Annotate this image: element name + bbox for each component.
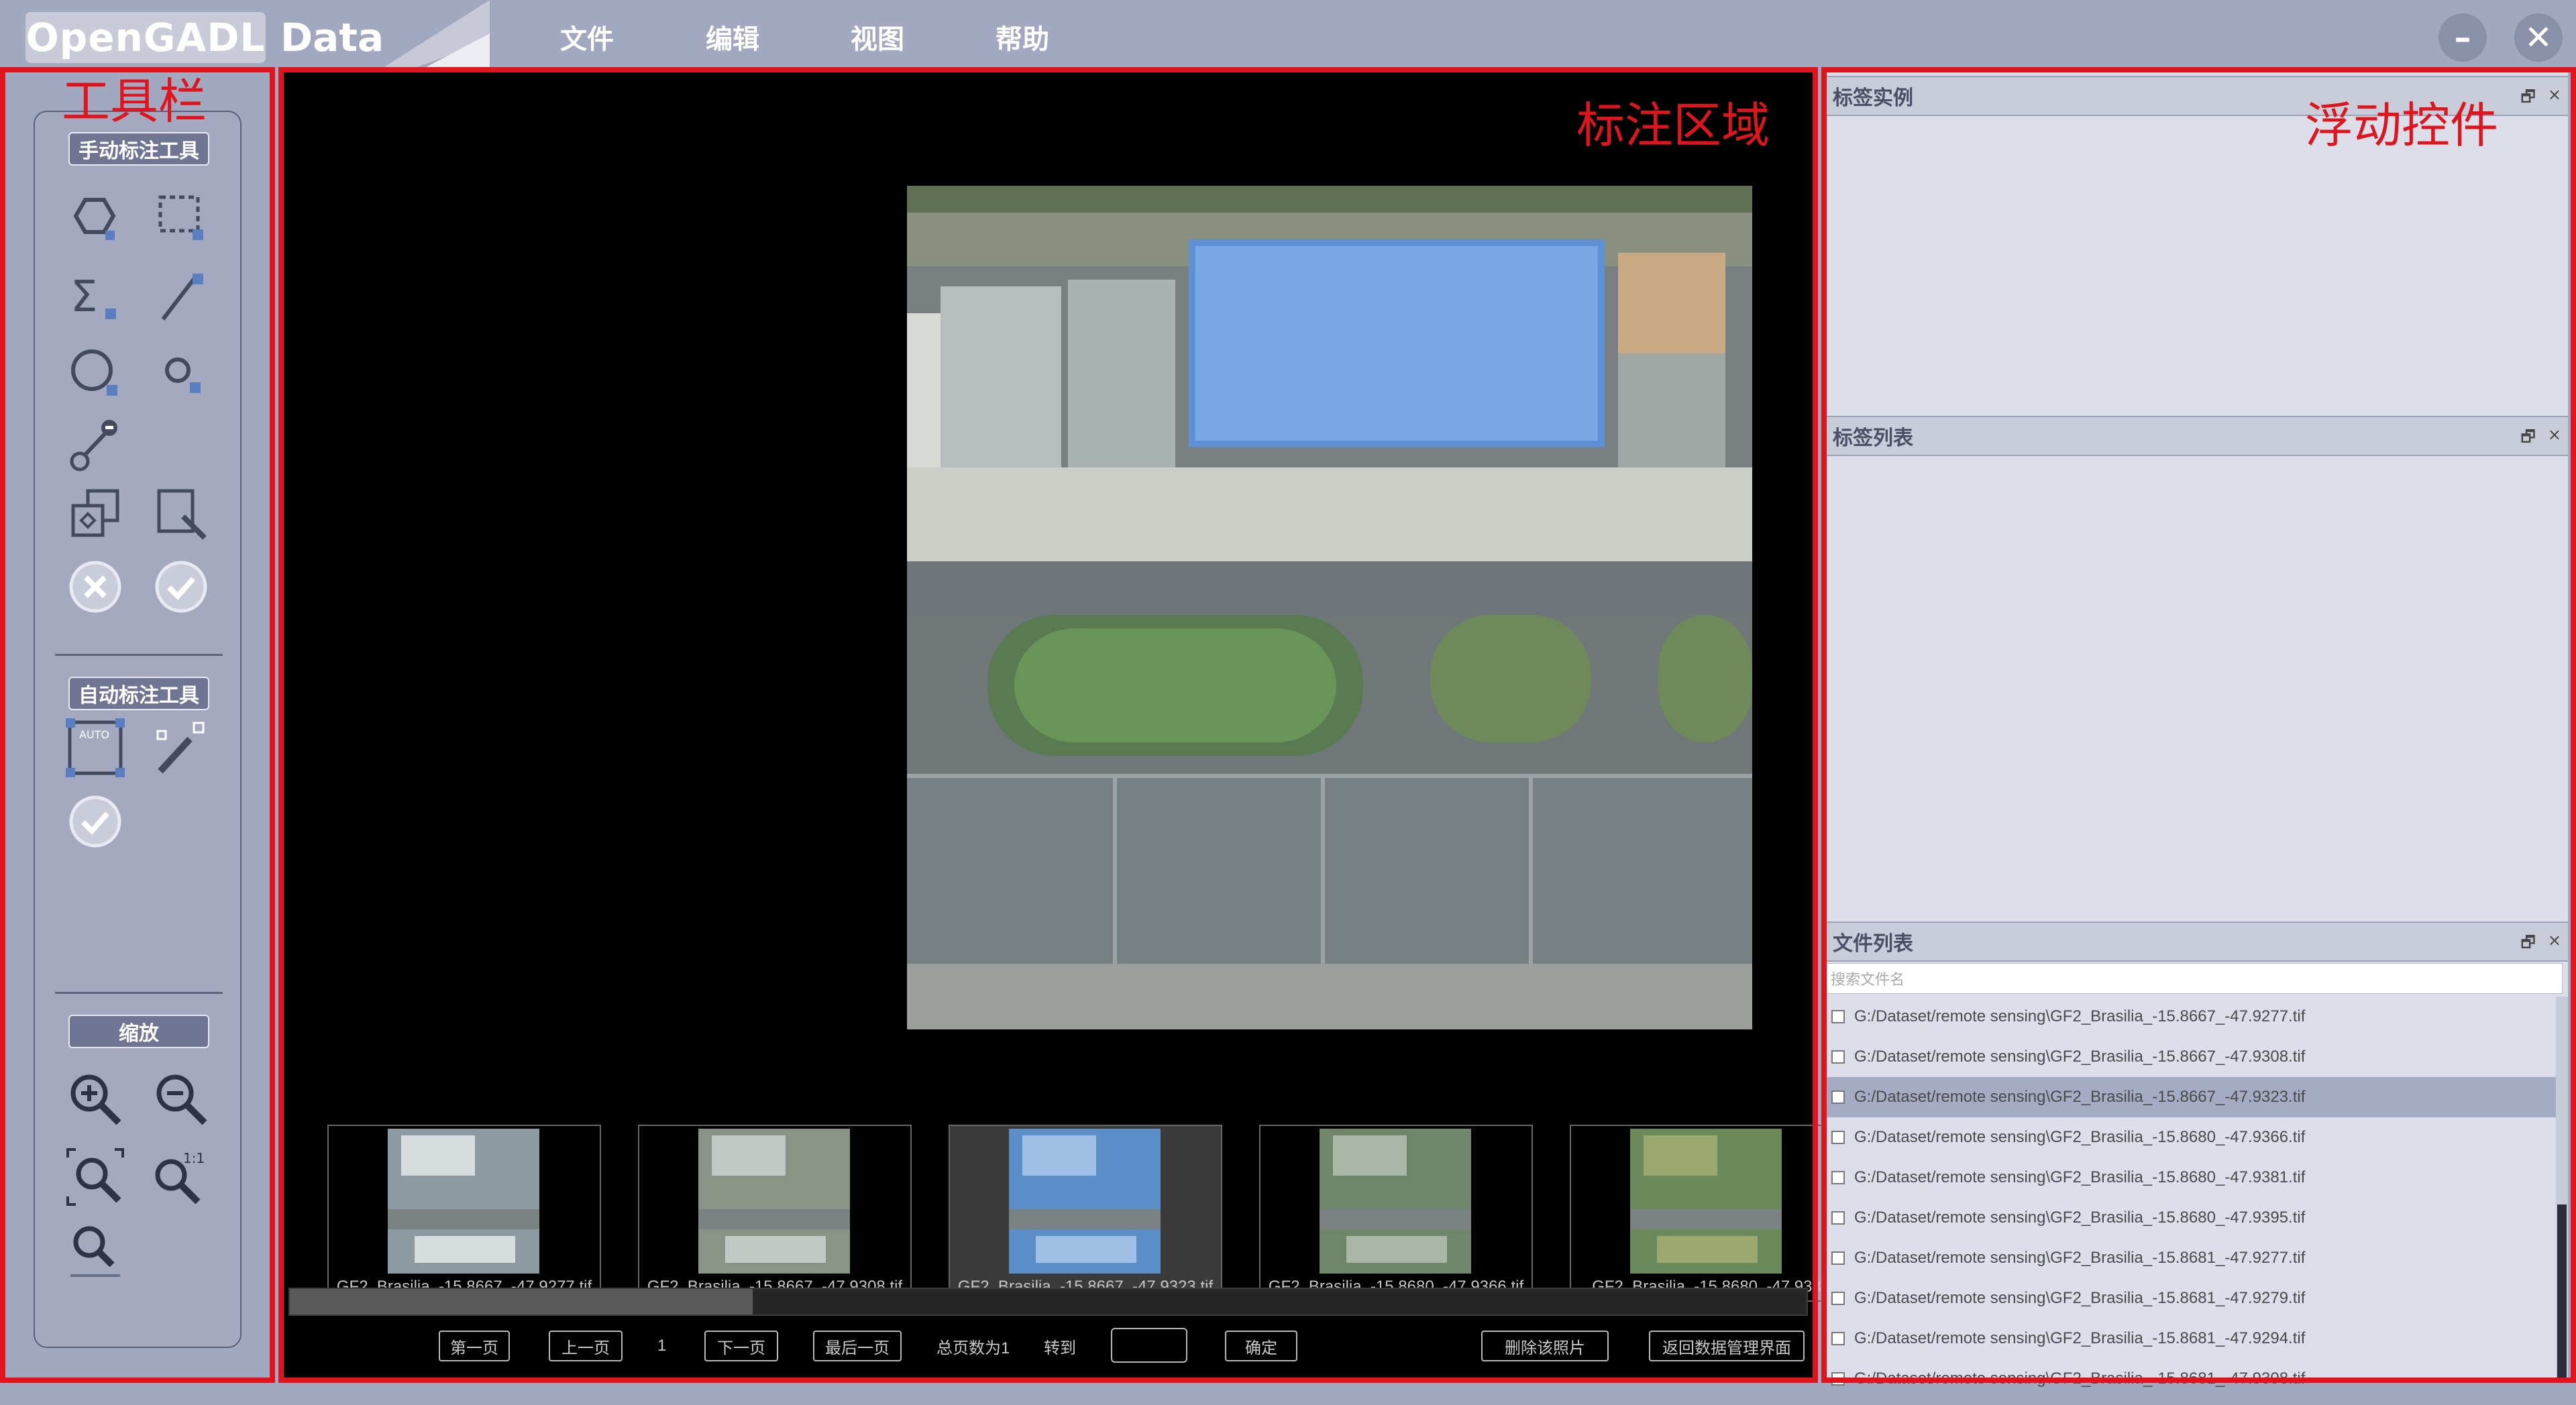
title-bar: OpenGADL Data 文件 编辑 视图 帮助 – ✕ (0, 0, 2576, 72)
menu-file[interactable]: 文件 (560, 13, 614, 60)
toolbar-frame (0, 67, 275, 1383)
menu-edit[interactable]: 编辑 (706, 13, 759, 60)
app-logo: OpenGADL (25, 12, 266, 63)
menu-view[interactable]: 视图 (851, 13, 904, 60)
close-button[interactable]: ✕ (2514, 13, 2563, 62)
minimize-button[interactable]: – (2438, 13, 2487, 62)
floating-annotation-label: 浮动控件 (2305, 97, 2499, 154)
floating-docks-frame (1821, 67, 2576, 1383)
menu-help[interactable]: 帮助 (996, 13, 1049, 60)
app-logo-suffix: Data (280, 15, 384, 60)
annotation-area-frame (278, 67, 1818, 1383)
logo-decoration (376, 0, 490, 72)
canvas-annotation-label: 标注区域 (1576, 97, 1770, 154)
toolbar-annotation-label: 工具栏 (62, 73, 207, 129)
